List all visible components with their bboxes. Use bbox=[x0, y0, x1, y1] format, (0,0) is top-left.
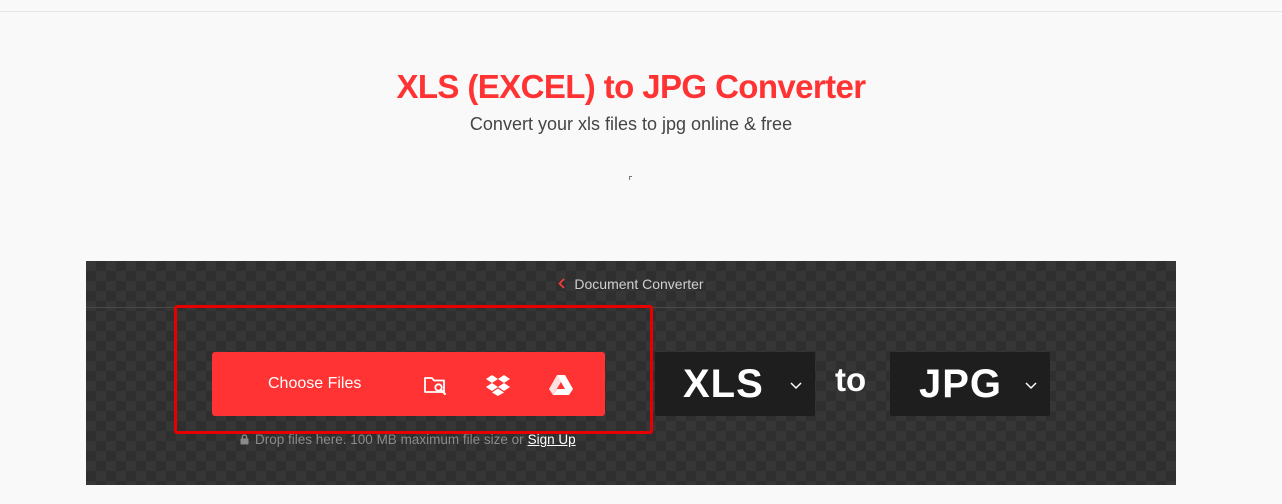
document-converter-back-link[interactable]: Document Converter bbox=[558, 276, 704, 292]
target-format-value: JPG bbox=[919, 362, 1003, 406]
breadcrumb-label: Document Converter bbox=[574, 276, 704, 292]
source-format-value: XLS bbox=[683, 362, 764, 406]
folder-search-icon[interactable] bbox=[422, 372, 448, 398]
top-divider bbox=[0, 11, 1282, 12]
drop-files-hint: Drop files here. 100 MB maximum file siz… bbox=[240, 432, 576, 447]
target-format-select[interactable]: JPG bbox=[890, 352, 1050, 416]
chevron-down-icon bbox=[789, 378, 803, 390]
sign-up-link[interactable]: Sign Up bbox=[528, 432, 576, 447]
dropbox-icon[interactable] bbox=[485, 372, 511, 398]
page-title: XLS (EXCEL) to JPG Converter bbox=[396, 68, 866, 105]
ad-placeholder-mark bbox=[629, 176, 632, 180]
chevron-down-icon bbox=[1024, 378, 1038, 390]
google-drive-icon[interactable] bbox=[548, 372, 574, 398]
lock-icon bbox=[240, 434, 249, 445]
choose-files-button[interactable]: Choose Files bbox=[212, 352, 605, 416]
converter-panel-header: Document Converter bbox=[86, 261, 1176, 308]
converter-panel: Document Converter Choose Files Drop fil… bbox=[86, 261, 1176, 485]
to-label: to bbox=[835, 361, 867, 398]
chevron-left-icon bbox=[558, 277, 565, 292]
page-subtitle: Convert your xls files to jpg online & f… bbox=[469, 114, 793, 134]
choose-files-label: Choose Files bbox=[268, 375, 362, 392]
drop-hint-text: Drop files here. 100 MB maximum file siz… bbox=[255, 432, 524, 447]
source-format-select[interactable]: XLS bbox=[655, 352, 815, 416]
